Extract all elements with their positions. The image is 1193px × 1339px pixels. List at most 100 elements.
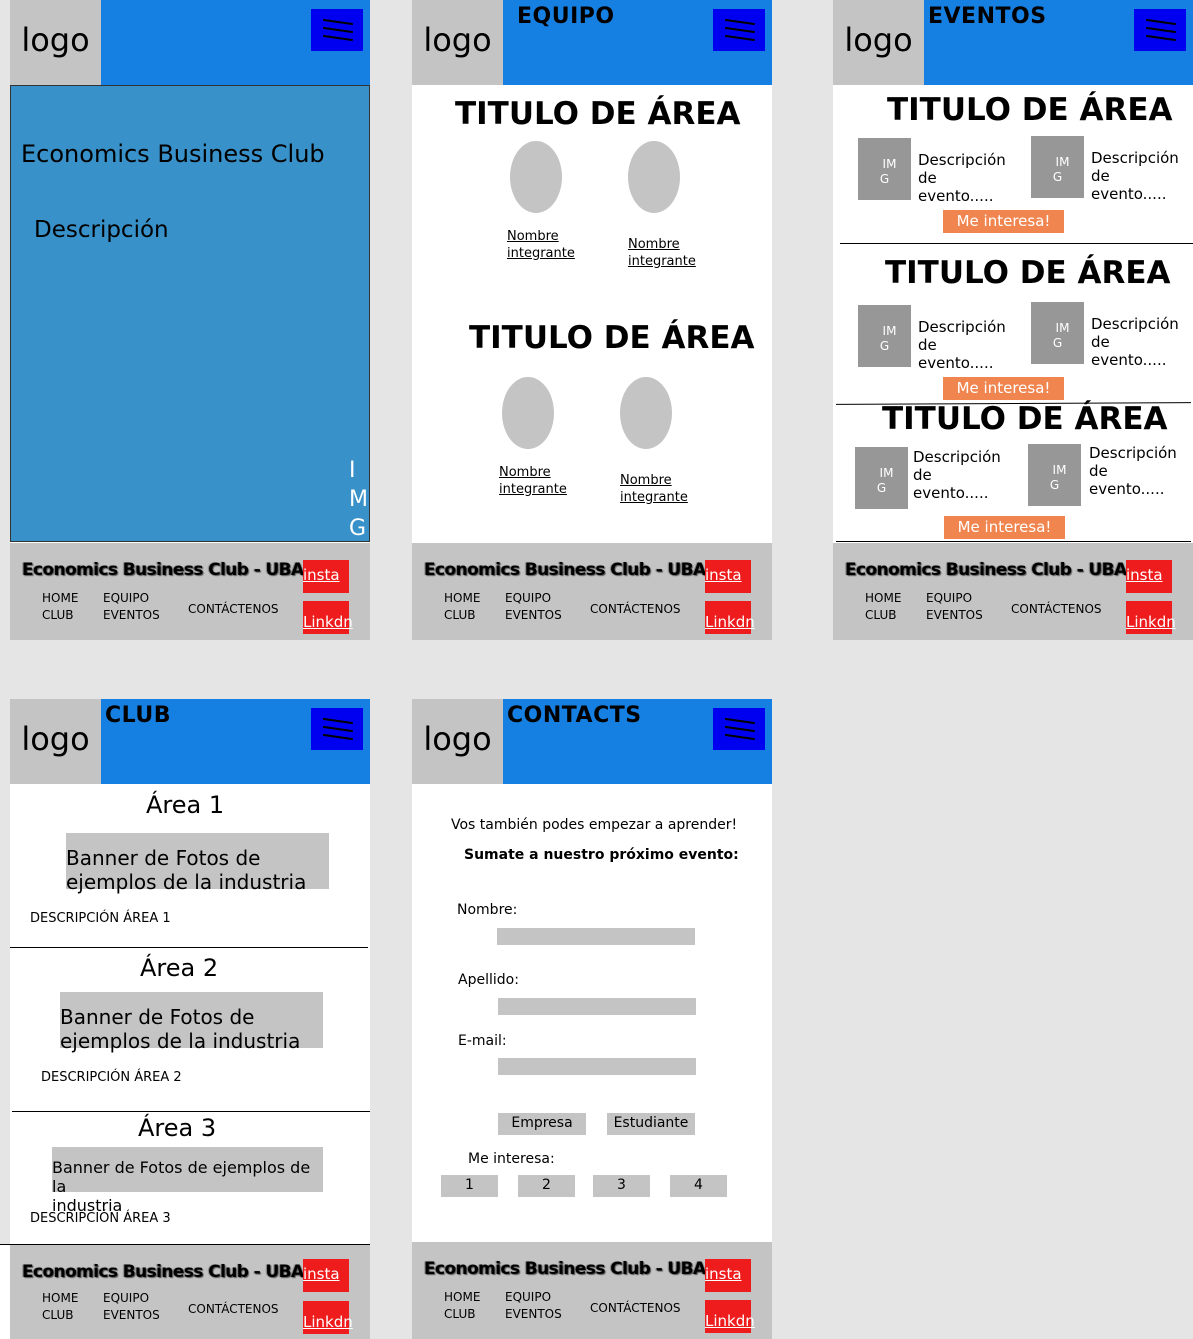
apellido-field[interactable] (498, 998, 696, 1015)
footer-title: Economics Business Club - UBA (22, 1262, 304, 1282)
me-interesa-button[interactable]: Me interesa! (944, 516, 1065, 539)
hamburger-menu-icon[interactable] (311, 708, 363, 750)
logo[interactable]: logo (10, 0, 101, 85)
event-description: Descripción de evento..... (1091, 315, 1179, 369)
footer-link-contact[interactable]: CONTÁCTENOS (590, 1300, 681, 1317)
avatar (628, 141, 680, 213)
interest-label: Me interesa: (468, 1151, 555, 1167)
event-image: IM G (858, 138, 911, 200)
insta-button[interactable]: insta (705, 1259, 751, 1292)
club-name: Economics Business Club (21, 140, 325, 168)
hamburger-menu-icon[interactable] (713, 708, 765, 750)
footer-link-equipo-eventos[interactable]: EQUIPO EVENTOS (505, 1289, 562, 1323)
email-field[interactable] (498, 1058, 696, 1075)
footer: Economics Business Club - UBA HOME CLUB E… (412, 543, 772, 640)
insta-button[interactable]: insta (303, 1259, 349, 1292)
interest-option-1[interactable]: 1 (441, 1175, 498, 1197)
hamburger-menu-icon[interactable] (311, 9, 363, 51)
page-title: CONTACTS (507, 703, 642, 728)
footer-link-contact[interactable]: CONTÁCTENOS (590, 601, 681, 618)
footer-link-home-club[interactable]: HOME CLUB (42, 590, 78, 624)
description: Descripción (34, 217, 169, 243)
header-bar (101, 0, 370, 85)
footer-link-home-club[interactable]: HOME CLUB (444, 1289, 480, 1323)
footer-link-home-club[interactable]: HOME CLUB (865, 590, 901, 624)
area-name: Área 3 (138, 1114, 217, 1142)
area-name: Área 1 (146, 791, 225, 819)
member-name[interactable]: Nombre integrante (507, 228, 575, 262)
footer-title: Economics Business Club - UBA (22, 560, 304, 580)
logo[interactable]: logo (412, 0, 503, 85)
img-label: I M G (349, 458, 368, 541)
footer: Economics Business Club - UBA HOME CLUB E… (10, 1245, 370, 1339)
footer-link-contact[interactable]: CONTÁCTENOS (188, 601, 279, 618)
empresa-option[interactable]: Empresa (498, 1113, 586, 1135)
member-name[interactable]: Nombre integrante (628, 236, 696, 270)
hamburger-menu-icon[interactable] (1134, 9, 1186, 51)
linkdn-button[interactable]: Linkdn (303, 601, 353, 634)
footer-link-equipo-eventos[interactable]: EQUIPO EVENTOS (926, 590, 983, 624)
photo-banner: Banner de Fotos de ejemplos de la industr… (52, 1147, 323, 1215)
logo[interactable]: logo (833, 0, 924, 85)
event-image: IM G (858, 305, 911, 367)
footer-link-equipo-eventos[interactable]: EQUIPO EVENTOS (103, 590, 160, 624)
footer-link-contact[interactable]: CONTÁCTENOS (188, 1301, 279, 1318)
insta-button[interactable]: insta (705, 560, 751, 593)
eventos-screen: logo EVENTOS TITULO DE ÁREA IM G Descripc… (833, 0, 1193, 640)
header-bar: CONTACTS (503, 699, 772, 784)
area-title: TITULO DE ÁREA (885, 255, 1171, 291)
header-bar: CLUB (101, 699, 370, 784)
intro-text: Vos también podes empezar a aprender! (451, 817, 738, 833)
divider (840, 243, 1193, 244)
hamburger-menu-icon[interactable] (713, 9, 765, 51)
interest-option-4[interactable]: 4 (670, 1175, 727, 1197)
contacts-screen: logo CONTACTS Vos también podes empezar … (412, 699, 772, 1339)
page-title: CLUB (105, 703, 172, 728)
footer-link-home-club[interactable]: HOME CLUB (444, 590, 480, 624)
footer: Economics Business Club - UBA HOME CLUB E… (10, 543, 370, 640)
event-description: Descripción de evento..... (918, 318, 1006, 372)
area-description: DESCRIPCIÓN ÁREA 3 (30, 1211, 171, 1226)
footer-link-contact[interactable]: CONTÁCTENOS (1011, 601, 1102, 618)
divider (836, 541, 1191, 542)
footer-link-home-club[interactable]: HOME CLUB (42, 1290, 78, 1324)
header-bar: EQUIPO (503, 0, 772, 85)
photo-banner: Banner de Fotos de ejemplos de la industr… (60, 992, 323, 1053)
insta-button[interactable]: insta (303, 560, 349, 593)
footer-title: Economics Business Club - UBA (424, 560, 706, 580)
me-interesa-button[interactable]: Me interesa! (943, 210, 1064, 233)
insta-button[interactable]: insta (1126, 560, 1172, 593)
equipo-screen: logo EQUIPO TITULO DE ÁREA Nombre integra… (412, 0, 772, 640)
footer: Economics Business Club - UBA HOME CLUB E… (833, 543, 1193, 640)
logo[interactable]: logo (10, 699, 101, 784)
member-name[interactable]: Nombre integrante (620, 472, 688, 506)
nombre-label: Nombre: (457, 902, 518, 918)
linkdn-button[interactable]: Linkdn (1126, 601, 1176, 634)
footer-title: Economics Business Club - UBA (424, 1259, 706, 1279)
event-image: IM G (855, 447, 908, 509)
event-description: Descripción de evento..... (1091, 149, 1179, 203)
me-interesa-button[interactable]: Me interesa! (943, 377, 1064, 400)
event-image: IM G (1031, 136, 1084, 198)
page-title: EVENTOS (928, 4, 1047, 29)
logo[interactable]: logo (412, 699, 503, 784)
area-description: DESCRIPCIÓN ÁREA 2 (41, 1070, 182, 1085)
member-name[interactable]: Nombre integrante (499, 464, 567, 498)
photo-banner: Banner de Fotos de ejemplos de la industr… (66, 833, 329, 894)
linkdn-button[interactable]: Linkdn (705, 601, 755, 634)
estudiante-option[interactable]: Estudiante (607, 1113, 695, 1135)
footer-link-equipo-eventos[interactable]: EQUIPO EVENTOS (505, 590, 562, 624)
footer: Economics Business Club - UBA HOME CLUB E… (412, 1242, 772, 1339)
interest-option-2[interactable]: 2 (518, 1175, 575, 1197)
linkdn-button[interactable]: Linkdn (705, 1300, 755, 1333)
interest-option-3[interactable]: 3 (593, 1175, 650, 1197)
nombre-field[interactable] (497, 928, 695, 945)
area-description: DESCRIPCIÓN ÁREA 1 (30, 911, 171, 926)
area-title: TITULO DE ÁREA (469, 320, 755, 356)
footer-link-equipo-eventos[interactable]: EQUIPO EVENTOS (103, 1290, 160, 1324)
email-label: E-mail: (458, 1033, 507, 1049)
linkdn-button[interactable]: Linkdn (303, 1301, 353, 1334)
area-title: TITULO DE ÁREA (882, 401, 1168, 437)
area-name: Área 2 (140, 954, 219, 982)
avatar (620, 377, 672, 449)
